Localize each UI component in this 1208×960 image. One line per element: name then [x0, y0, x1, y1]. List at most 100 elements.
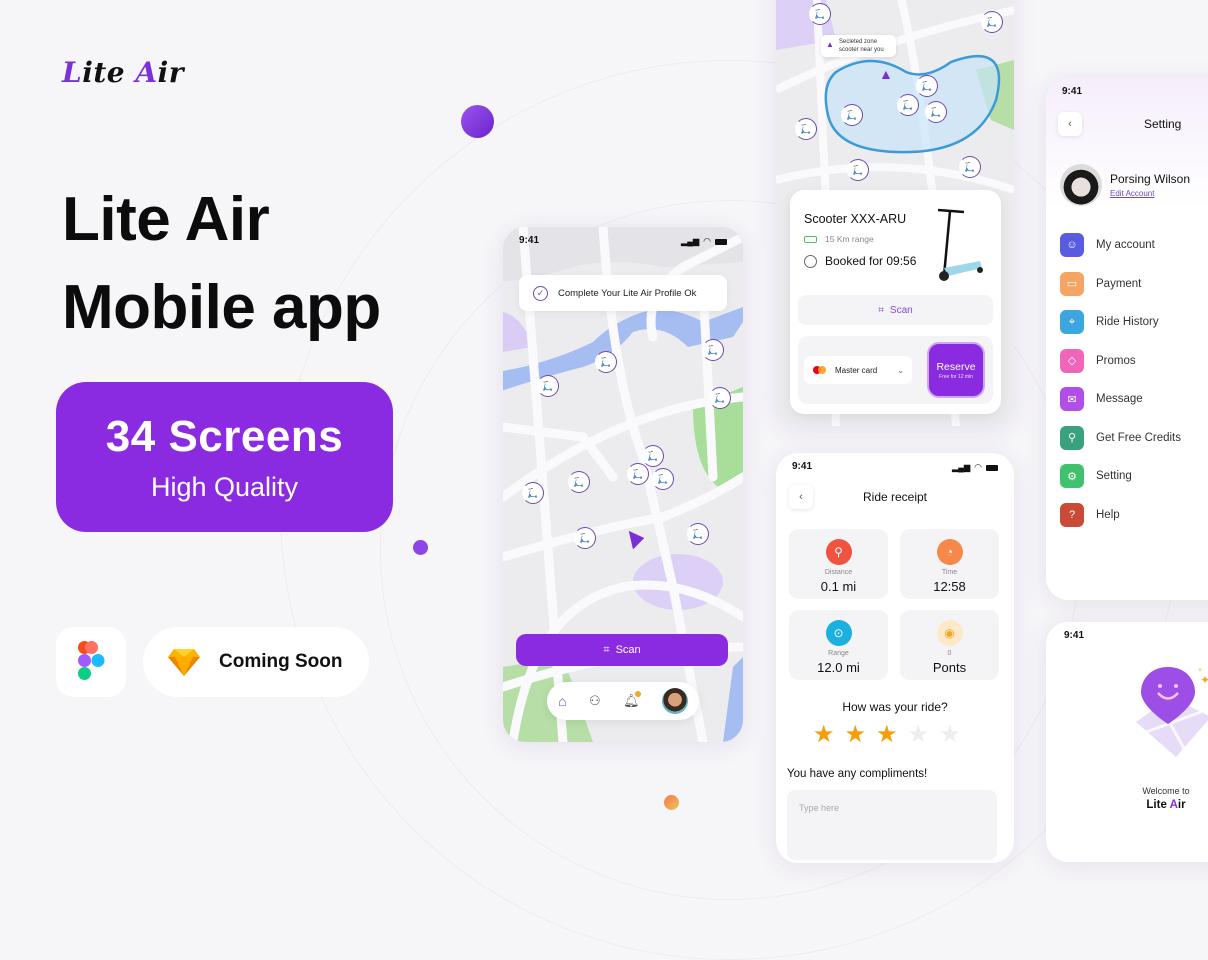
booked-row: Booked for 09:56 — [804, 254, 916, 268]
range-row: 15 Km range — [804, 234, 874, 244]
status-time: 9:41 — [792, 461, 813, 472]
check-circle-icon: ✓ — [533, 285, 548, 301]
scooter-marker[interactable]: 🛴 — [627, 463, 649, 485]
sketch-icon — [168, 649, 200, 676]
chevron-left-icon: ‹ — [1068, 118, 1072, 130]
scooter-marker[interactable]: 🛴 — [574, 527, 596, 549]
signal-icon: ▂▄▆ — [952, 463, 971, 472]
decor-dot — [664, 795, 679, 810]
settings-item-help[interactable]: ? Help — [1060, 502, 1120, 527]
scooter-marker[interactable]: 🛴 — [522, 482, 544, 504]
scooter-marker[interactable]: 🛴 — [847, 159, 869, 181]
scooter-marker[interactable]: 🛴 — [916, 75, 938, 97]
scooter-marker[interactable]: 🛴 — [809, 3, 831, 25]
badge-title: 34 Screens — [105, 412, 344, 461]
reserve-label: Reserve — [936, 361, 976, 373]
scooter-marker[interactable]: 🛴 — [568, 471, 590, 493]
screens-badge: 34 Screens High Quality — [56, 382, 393, 532]
back-button[interactable]: ‹ — [1058, 112, 1082, 136]
tooltip-line-1: Secleted zone — [839, 39, 878, 45]
star-filled-icon[interactable]: ★ — [845, 723, 867, 747]
home-icon[interactable]: ⌂ — [558, 693, 566, 709]
user-name: Porsing Wilson — [1110, 172, 1191, 186]
star-empty-icon[interactable]: ★ — [939, 723, 961, 747]
svg-text:✦: ✦ — [1200, 673, 1208, 687]
tooltip-line-2: scooter near you — [839, 47, 884, 53]
settings-item-label: Get Free Credits — [1096, 431, 1181, 444]
star-empty-icon[interactable]: ★ — [908, 723, 930, 747]
payment-method: Master card — [835, 365, 878, 375]
welcome-text: Welcome to — [1142, 786, 1190, 796]
scooter-marker[interactable]: 🛴 — [897, 94, 919, 116]
scooter-marker[interactable]: 🛴 — [841, 104, 863, 126]
scan-label: Scan — [889, 304, 913, 316]
settings-item-get-free-credits[interactable]: ⚲ Get Free Credits — [1060, 425, 1181, 450]
status-icons: ▂▄▆ ◠ — [952, 462, 998, 473]
scooter-marker[interactable]: 🛴 — [687, 523, 709, 545]
settings-screen: 9:41 ‹ Setting Porsing Wilson Edit Accou… — [1046, 78, 1208, 600]
settings-item-payment[interactable]: ▭ Payment — [1060, 271, 1141, 296]
decor-dot — [461, 105, 494, 138]
sketch-badge: Coming Soon — [143, 627, 369, 697]
welcome-screen: 9:41 ✦ + Welcome to Lite Air — [1046, 622, 1208, 862]
scan-button[interactable]: ⌗ Scan — [516, 634, 728, 666]
stat-value: 12:58 — [933, 579, 966, 594]
reserve-button[interactable]: Reserve Free for 12 min — [927, 342, 985, 398]
scooter-marker[interactable]: 🛴 — [595, 351, 617, 373]
rating-question: How was your ride? — [842, 700, 948, 714]
stat-value: 12.0 mi — [817, 660, 860, 675]
gear-icon: ⚙ — [1060, 464, 1084, 488]
avatar[interactable] — [661, 688, 688, 714]
navigation-icon: ▲ — [826, 40, 834, 49]
scooter-image — [937, 208, 983, 281]
status-time: 9:41 — [1064, 630, 1085, 641]
battery-icon — [804, 235, 817, 243]
scooter-marker[interactable]: 🛴 — [795, 118, 817, 140]
hero-line-2: Mobile app — [62, 273, 381, 342]
stat-points: ◉ 0 Ponts — [900, 610, 999, 680]
edit-account-link[interactable]: Edit Account — [1110, 189, 1154, 198]
status-time: 9:41 — [1062, 86, 1083, 97]
star-filled-icon[interactable]: ★ — [876, 723, 898, 747]
bell-icon[interactable]: 🔔︎ — [623, 691, 642, 709]
settings-item-setting[interactable]: ⚙ Setting — [1060, 464, 1132, 488]
scooter-marker[interactable]: 🛴 — [642, 445, 664, 467]
profile-avatar[interactable] — [1060, 164, 1102, 206]
scooter-marker[interactable]: 🛴 — [652, 468, 674, 490]
reserve-sublabel: Free for 12 min — [939, 374, 973, 380]
settings-item-my-account[interactable]: ☺ My account — [1060, 233, 1155, 257]
settings-item-promos[interactable]: ◇ Promos — [1060, 348, 1136, 373]
star-filled-icon[interactable]: ★ — [813, 723, 835, 747]
ticket-icon: ◇ — [1060, 348, 1084, 373]
map-screen: 9:41 ▂▄▆ ◠ ✓ Complete Your Lite Air Prof… — [503, 227, 743, 742]
user-location-icon: ▲ — [879, 66, 893, 82]
battery-icon — [715, 238, 727, 245]
scooter-marker[interactable]: 🛴 — [981, 11, 1003, 33]
receipt-screen: 9:41 ▂▄▆ ◠ ‹ Ride receipt ⚲ Distance 0.1… — [776, 453, 1014, 863]
settings-item-label: My account — [1096, 239, 1155, 251]
scan-button[interactable]: ⌗ Scan — [798, 295, 993, 325]
payment-select[interactable]: Master card ⌄ — [804, 356, 912, 384]
scooter-marker[interactable]: 🛴 — [959, 156, 981, 178]
screen-title: Setting — [1144, 117, 1182, 131]
compliments-input[interactable]: Type here — [787, 790, 997, 860]
scooter-marker[interactable]: 🛴 — [702, 339, 724, 361]
users-icon[interactable]: ⚇ — [589, 693, 601, 709]
stat-value: 0.1 mi — [820, 579, 857, 594]
scooter-marker[interactable]: 🛴 — [925, 101, 947, 123]
clock-icon — [804, 254, 817, 268]
settings-item-ride-history[interactable]: ⌖ Ride History — [1060, 310, 1159, 334]
decor-dot — [413, 540, 428, 555]
map-icon: ⌖ — [1060, 310, 1084, 334]
wifi-icon: ◠ — [974, 462, 982, 472]
stat-value: Ponts — [932, 660, 967, 675]
range-text: 15 Km range — [825, 234, 874, 244]
zone-tooltip: ▲ Secleted zone scooter near you — [821, 35, 896, 57]
chevron-down-icon: ⌄ — [897, 365, 904, 375]
scan-label: Scan — [615, 644, 641, 656]
scooter-marker[interactable]: 🛴 — [537, 375, 559, 397]
scan-icon: ⌗ — [603, 643, 610, 656]
profile-toast[interactable]: ✓ Complete Your Lite Air Profile Ok — [519, 275, 727, 311]
scooter-marker[interactable]: 🛴 — [709, 387, 731, 409]
settings-item-message[interactable]: ✉ Message — [1060, 387, 1143, 411]
